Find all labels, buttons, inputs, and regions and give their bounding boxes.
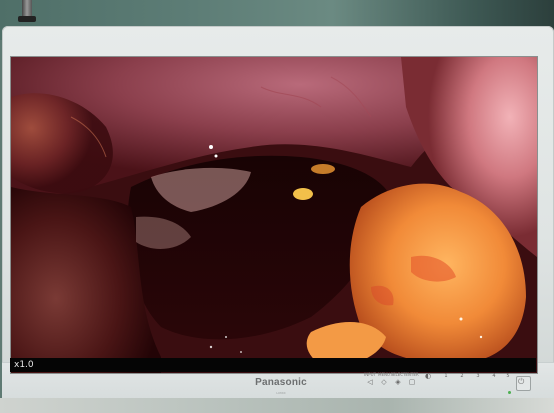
preset-2-button[interactable]: 2 (454, 372, 470, 398)
screen-status-strip (10, 358, 536, 372)
control-panel: INPUT ◁ MENU ◇ SELECT ◈ ENTER ▢ ◐ 1 2 3 … (362, 372, 532, 398)
preset-3-button[interactable]: 3 (470, 372, 486, 398)
power-icon: ⏻ (518, 377, 525, 386)
picture-mode-button[interactable]: ◐ (420, 372, 436, 398)
preset-2-label: 2 (460, 373, 464, 379)
room-floor (0, 398, 554, 413)
enter-icon: ▢ (408, 378, 416, 386)
preset-1-label: 1 (444, 373, 448, 379)
contrast-icon: ◐ (424, 372, 432, 380)
enter-button[interactable]: ENTER ▢ (404, 372, 420, 398)
monitor-screen (10, 56, 538, 374)
preset-5-button[interactable]: 5 (500, 372, 516, 398)
endoscopic-view-image (11, 57, 537, 373)
model-label: LUMIX (276, 391, 286, 395)
preset-1-button[interactable]: 1 (438, 372, 454, 398)
iv-stand-cap (18, 16, 36, 22)
power-button[interactable]: ⏻ (516, 376, 531, 391)
zoom-readout: x1.0 (14, 360, 34, 370)
preset-5-label: 5 (506, 373, 510, 379)
preset-3-label: 3 (476, 373, 480, 379)
brand-logo: Panasonic (255, 377, 307, 388)
power-indicator-led (508, 391, 511, 394)
